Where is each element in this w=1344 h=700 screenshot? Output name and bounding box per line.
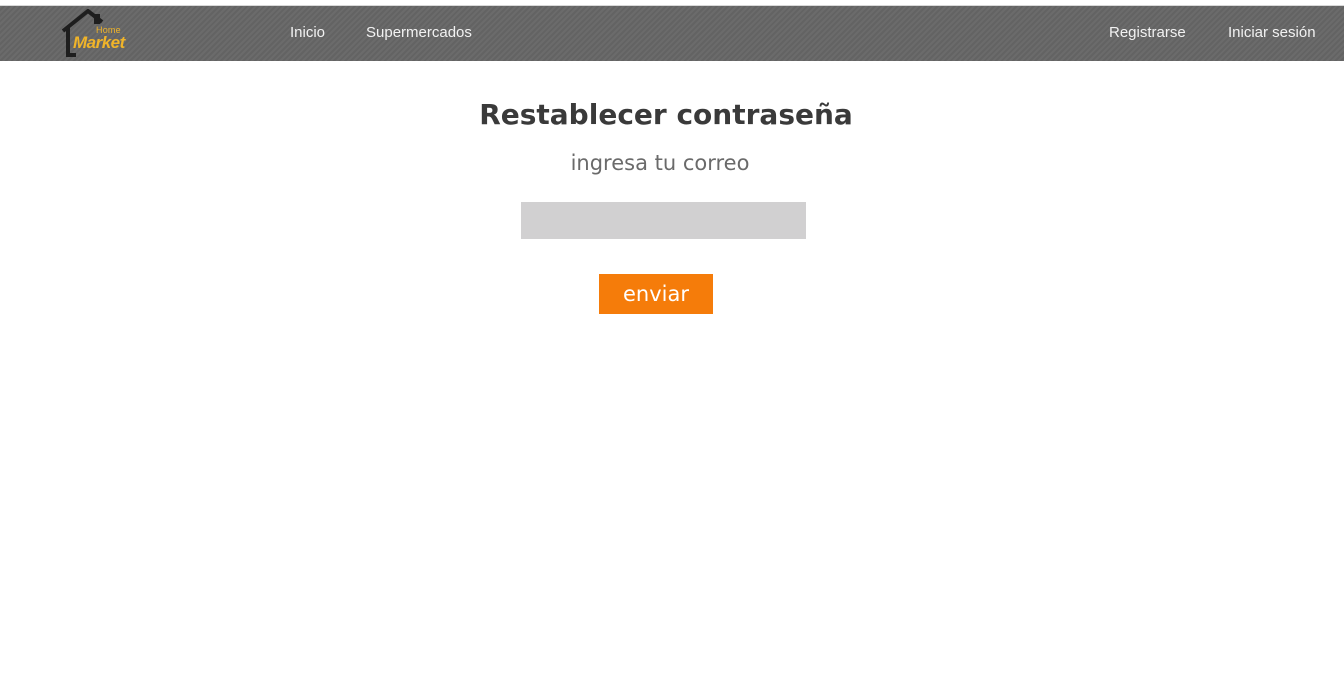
send-button[interactable]: enviar [599,274,713,314]
navbar: Home Market Inicio Supermercados Registr… [0,6,1344,61]
nav-link-registrarse[interactable]: Registrarse [1109,24,1186,41]
page-title: Restablecer contraseña [479,98,853,131]
nav-link-inicio[interactable]: Inicio [290,24,325,41]
nav-link-iniciar-sesion[interactable]: Iniciar sesión [1228,24,1316,41]
logo-market-text: Market [73,33,125,52]
email-input[interactable] [521,202,806,239]
nav-link-supermercados[interactable]: Supermercados [366,24,472,41]
home-market-logo[interactable]: Home Market [58,9,138,59]
form-subtitle: ingresa tu correo [570,151,750,175]
